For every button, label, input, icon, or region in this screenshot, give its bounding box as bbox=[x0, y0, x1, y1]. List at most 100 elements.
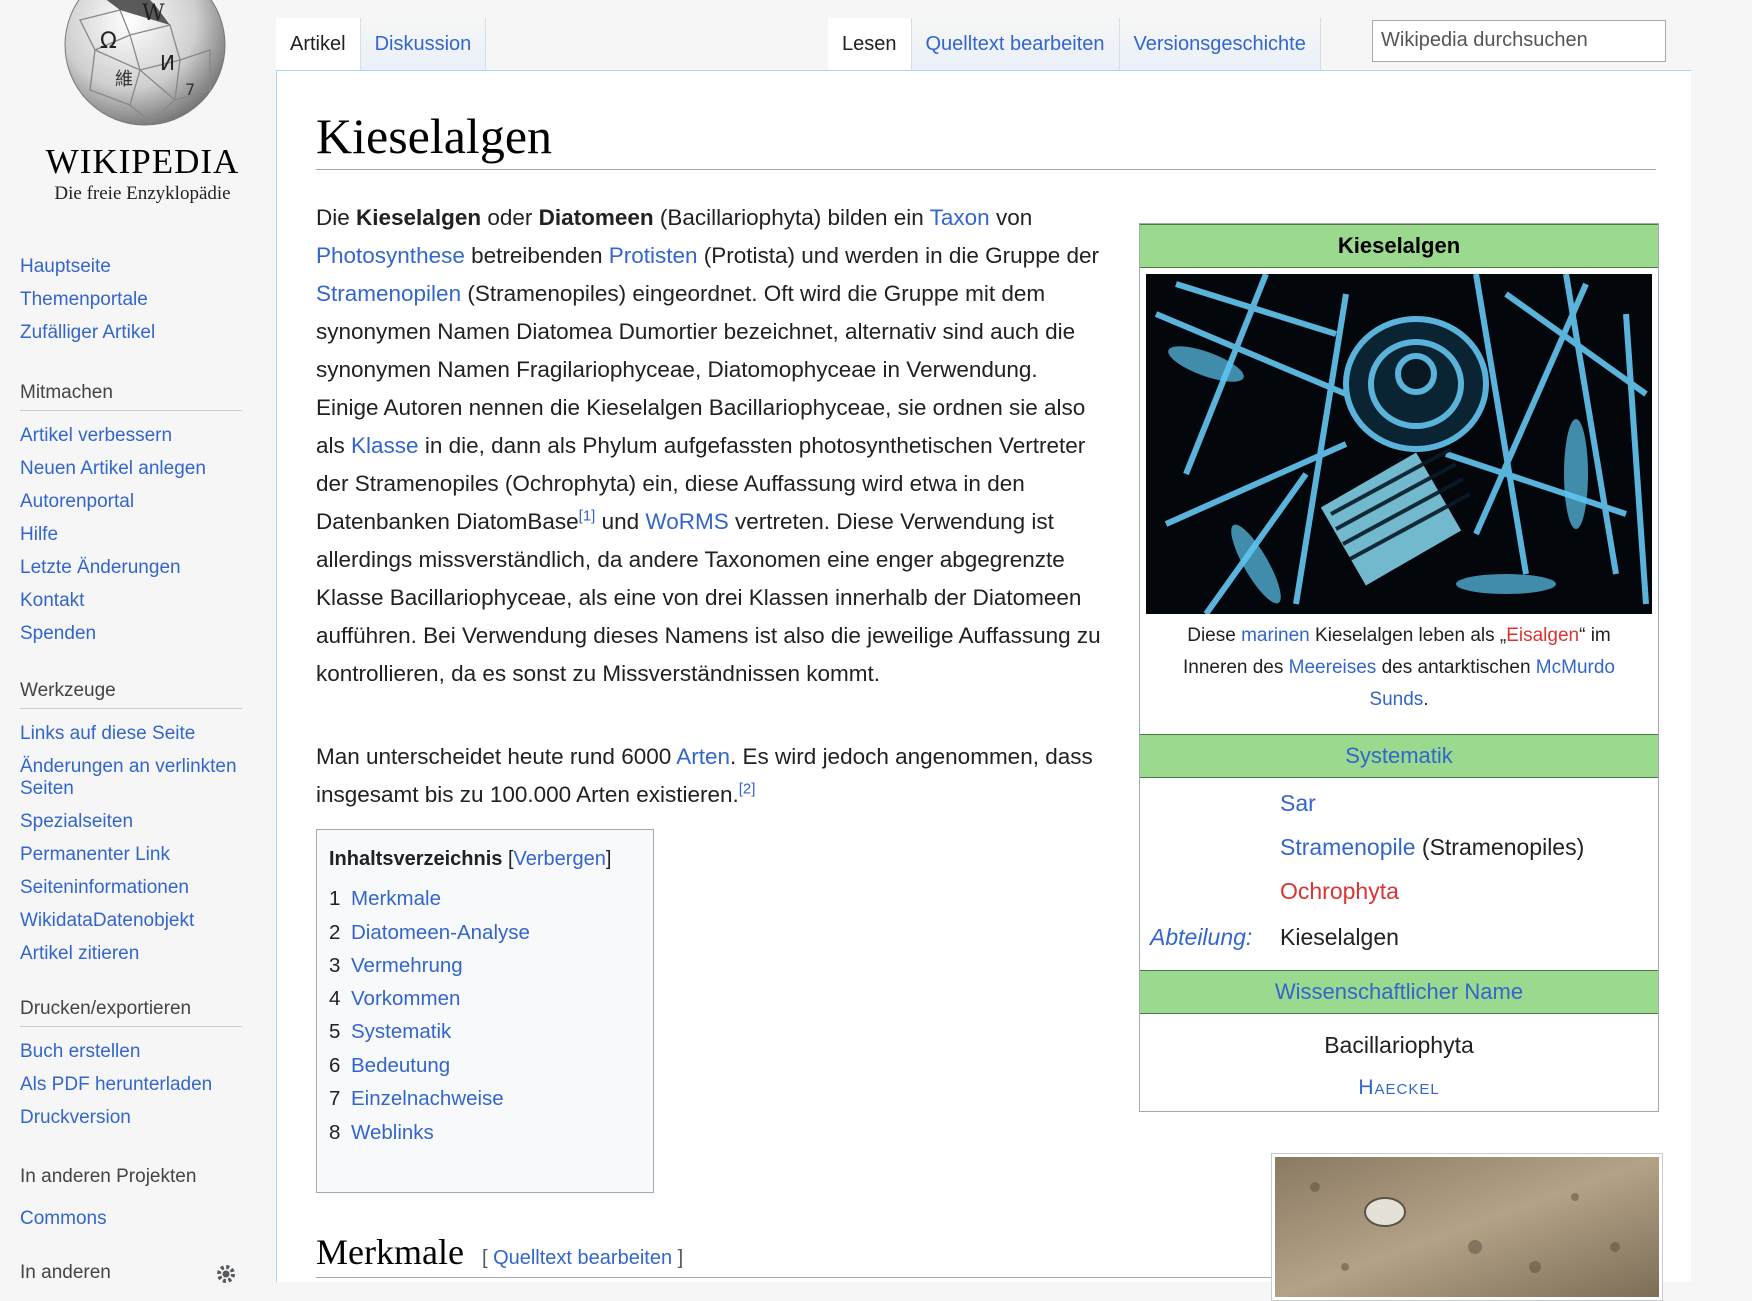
link-worms[interactable]: WoRMS bbox=[645, 509, 728, 534]
nav-artikel-verbessern[interactable]: Artikel verbessern bbox=[20, 419, 242, 452]
redlink-eisalgen[interactable]: Eisalgen bbox=[1506, 625, 1579, 646]
text: (Stramenopiles) eingeordnet. Oft wird di… bbox=[316, 281, 1086, 458]
toc-item-vorkommen[interactable]: 4 Vorkommen bbox=[329, 987, 460, 1011]
toc-item-bedeutung[interactable]: 6 Bedeutung bbox=[329, 1054, 450, 1078]
nav-sprachen: In anderen bbox=[20, 1262, 242, 1298]
wikipedia-globe-icon: Ω W И 維 7 bbox=[64, 0, 226, 126]
link-meereises[interactable]: Meereises bbox=[1289, 657, 1377, 678]
image-caption: Diese marinen Kieselalgen leben als „Eis… bbox=[1154, 620, 1644, 716]
nav-artikel-zitieren[interactable]: Artikel zitieren bbox=[20, 937, 242, 970]
tab-quelltext-bearbeiten[interactable]: Quelltext bearbeiten bbox=[911, 18, 1120, 70]
diatom-micrograph bbox=[1146, 274, 1652, 614]
sediment-photo bbox=[1275, 1157, 1659, 1297]
wikipedia-wordmark: WIKIPEDIA bbox=[45, 142, 240, 181]
diatom-image[interactable] bbox=[1146, 274, 1652, 614]
nav-wikidata-datenobjekt[interactable]: WikidataDatenobjekt bbox=[20, 904, 242, 937]
text: (Protista) und werden in die Gruppe der bbox=[697, 243, 1099, 268]
scientific-name: Bacillariophyta bbox=[1324, 1032, 1474, 1058]
nav-spenden[interactable]: Spenden bbox=[20, 617, 242, 650]
nav-als-pdf-herunterladen[interactable]: Als PDF herunterladen bbox=[20, 1068, 242, 1101]
link-photosynthese[interactable]: Photosynthese bbox=[316, 243, 465, 268]
link-protisten[interactable]: Protisten bbox=[609, 243, 698, 268]
toc-header: Inhaltsverzeichnis [Verbergen] bbox=[329, 848, 612, 870]
bold-term-diatomeen: Diatomeen bbox=[538, 205, 654, 230]
tab-artikel[interactable]: Artikel bbox=[276, 18, 361, 71]
text: und bbox=[595, 509, 646, 534]
link-klasse[interactable]: Klasse bbox=[351, 433, 419, 458]
toc-number: 5 bbox=[329, 1020, 341, 1043]
nav-commons[interactable]: Commons bbox=[20, 1202, 242, 1235]
nav-themenportale[interactable]: Themenportale bbox=[20, 283, 242, 316]
nav-kontakt[interactable]: Kontakt bbox=[20, 584, 242, 617]
toc-item-systematik[interactable]: 5 Systematik bbox=[329, 1020, 451, 1044]
toc-number: 8 bbox=[329, 1121, 341, 1144]
nav-werkzeuge: Werkzeuge Links auf diese Seite Änderung… bbox=[20, 680, 242, 970]
tab-lesen[interactable]: Lesen bbox=[828, 18, 912, 71]
toc-number: 2 bbox=[329, 921, 341, 944]
link-sar[interactable]: Sar bbox=[1280, 790, 1316, 817]
text: von bbox=[989, 205, 1033, 230]
content-area: Kieselalgen Die Kieselalgen oder Diatome… bbox=[276, 70, 1691, 1301]
text: . bbox=[1423, 689, 1429, 710]
secondary-image-thumbnail[interactable] bbox=[1271, 1153, 1663, 1301]
gear-icon[interactable] bbox=[214, 1262, 238, 1286]
tab-versionsgeschichte[interactable]: Versionsgeschichte bbox=[1119, 18, 1321, 70]
nav-heading-drucken: Drucken/exportieren bbox=[20, 998, 242, 1027]
systematik-heading[interactable]: Systematik bbox=[1140, 734, 1658, 778]
link-stramenopile[interactable]: Stramenopile bbox=[1280, 834, 1416, 860]
toc-item-vermehrung[interactable]: 3 Vermehrung bbox=[329, 954, 463, 978]
nav-heading-mitmachen: Mitmachen bbox=[20, 382, 242, 411]
toc-label: Merkmale bbox=[351, 887, 441, 910]
link-taxon[interactable]: Taxon bbox=[930, 205, 990, 230]
search-input[interactable] bbox=[1373, 21, 1669, 59]
reference-1[interactable]: [1] bbox=[579, 508, 596, 525]
rank-label-abteilung[interactable]: Abteilung: bbox=[1150, 924, 1252, 951]
nav-main: Hauptseite Themenportale Zufälliger Arti… bbox=[20, 250, 242, 349]
link-marinen[interactable]: marinen bbox=[1241, 625, 1310, 646]
toc-item-diatomeen-analyse[interactable]: 2 Diatomeen-Analyse bbox=[329, 921, 530, 945]
toc-item-weblinks[interactable]: 8 Weblinks bbox=[329, 1121, 434, 1145]
nav-heading-projekte: In anderen Projekten bbox=[20, 1166, 197, 1187]
nav-seiteninformationen[interactable]: Seiteninformationen bbox=[20, 871, 242, 904]
toc-hide-toggle[interactable]: Verbergen bbox=[514, 848, 606, 870]
nav-spezialseiten[interactable]: Spezialseiten bbox=[20, 805, 242, 838]
link-stramenopilen[interactable]: Stramenopilen bbox=[316, 281, 461, 306]
toc-label: Systematik bbox=[351, 1020, 452, 1043]
toc-label: Weblinks bbox=[351, 1121, 434, 1144]
nav-hauptseite[interactable]: Hauptseite bbox=[20, 250, 242, 283]
text: Kieselalgen leben als „ bbox=[1309, 625, 1507, 646]
nav-permanenter-link[interactable]: Permanenter Link bbox=[20, 838, 242, 871]
taxon-author-link[interactable]: Haeckel bbox=[1140, 1076, 1658, 1100]
toc-number: 7 bbox=[329, 1087, 341, 1110]
text: des antarktischen bbox=[1376, 657, 1536, 678]
page-title: Kieselalgen bbox=[316, 107, 1656, 170]
nav-druckversion[interactable]: Druckversion bbox=[20, 1101, 242, 1134]
svg-text:Ω: Ω bbox=[100, 29, 117, 54]
nav-neuen-artikel-anlegen[interactable]: Neuen Artikel anlegen bbox=[20, 452, 242, 485]
search-box bbox=[1372, 20, 1669, 62]
nav-buch-erstellen[interactable]: Buch erstellen bbox=[20, 1035, 242, 1068]
wikipedia-logo[interactable]: Ω W И 維 7 WIKIPEDIA Die freie Enzyklopäd… bbox=[20, 0, 238, 215]
nav-autorenportal[interactable]: Autorenportal bbox=[20, 485, 242, 518]
text: (Stramenopiles) bbox=[1415, 834, 1585, 860]
svg-text:И: И bbox=[160, 51, 175, 75]
toc-title: Inhaltsverzeichnis bbox=[329, 848, 503, 870]
nav-links-auf-diese-seite[interactable]: Links auf diese Seite bbox=[20, 717, 242, 750]
nav-zufaelliger-artikel[interactable]: Zufälliger Artikel bbox=[20, 316, 242, 349]
link-arten[interactable]: Arten bbox=[676, 744, 730, 769]
section-edit-link[interactable]: Quelltext bearbeiten bbox=[493, 1247, 672, 1269]
redlink-ochrophyta[interactable]: Ochrophyta bbox=[1280, 878, 1399, 905]
nav-aenderungen-an-verlinkten-seiten[interactable]: Änderungen an verlinkten Seiten bbox=[20, 750, 242, 805]
toc-item-einzelnachweise[interactable]: 7 Einzelnachweise bbox=[329, 1087, 504, 1111]
text: Man unterscheidet heute rund 6000 bbox=[316, 744, 677, 769]
nav-letzte-aenderungen[interactable]: Letzte Änderungen bbox=[20, 551, 242, 584]
tab-diskussion[interactable]: Diskussion bbox=[360, 18, 487, 70]
text: betreibenden bbox=[464, 243, 609, 268]
text: oder bbox=[481, 205, 539, 230]
section-title: Merkmale bbox=[316, 1232, 464, 1272]
wissenschaftlicher-name-heading[interactable]: Wissenschaftlicher Name bbox=[1140, 970, 1658, 1014]
nav-hilfe[interactable]: Hilfe bbox=[20, 518, 242, 551]
reference-2[interactable]: [2] bbox=[739, 781, 756, 798]
toc-item-merkmale[interactable]: 1 Merkmale bbox=[329, 887, 441, 911]
lead-paragraph: Die Kieselalgen oder Diatomeen (Bacillar… bbox=[316, 199, 1106, 693]
